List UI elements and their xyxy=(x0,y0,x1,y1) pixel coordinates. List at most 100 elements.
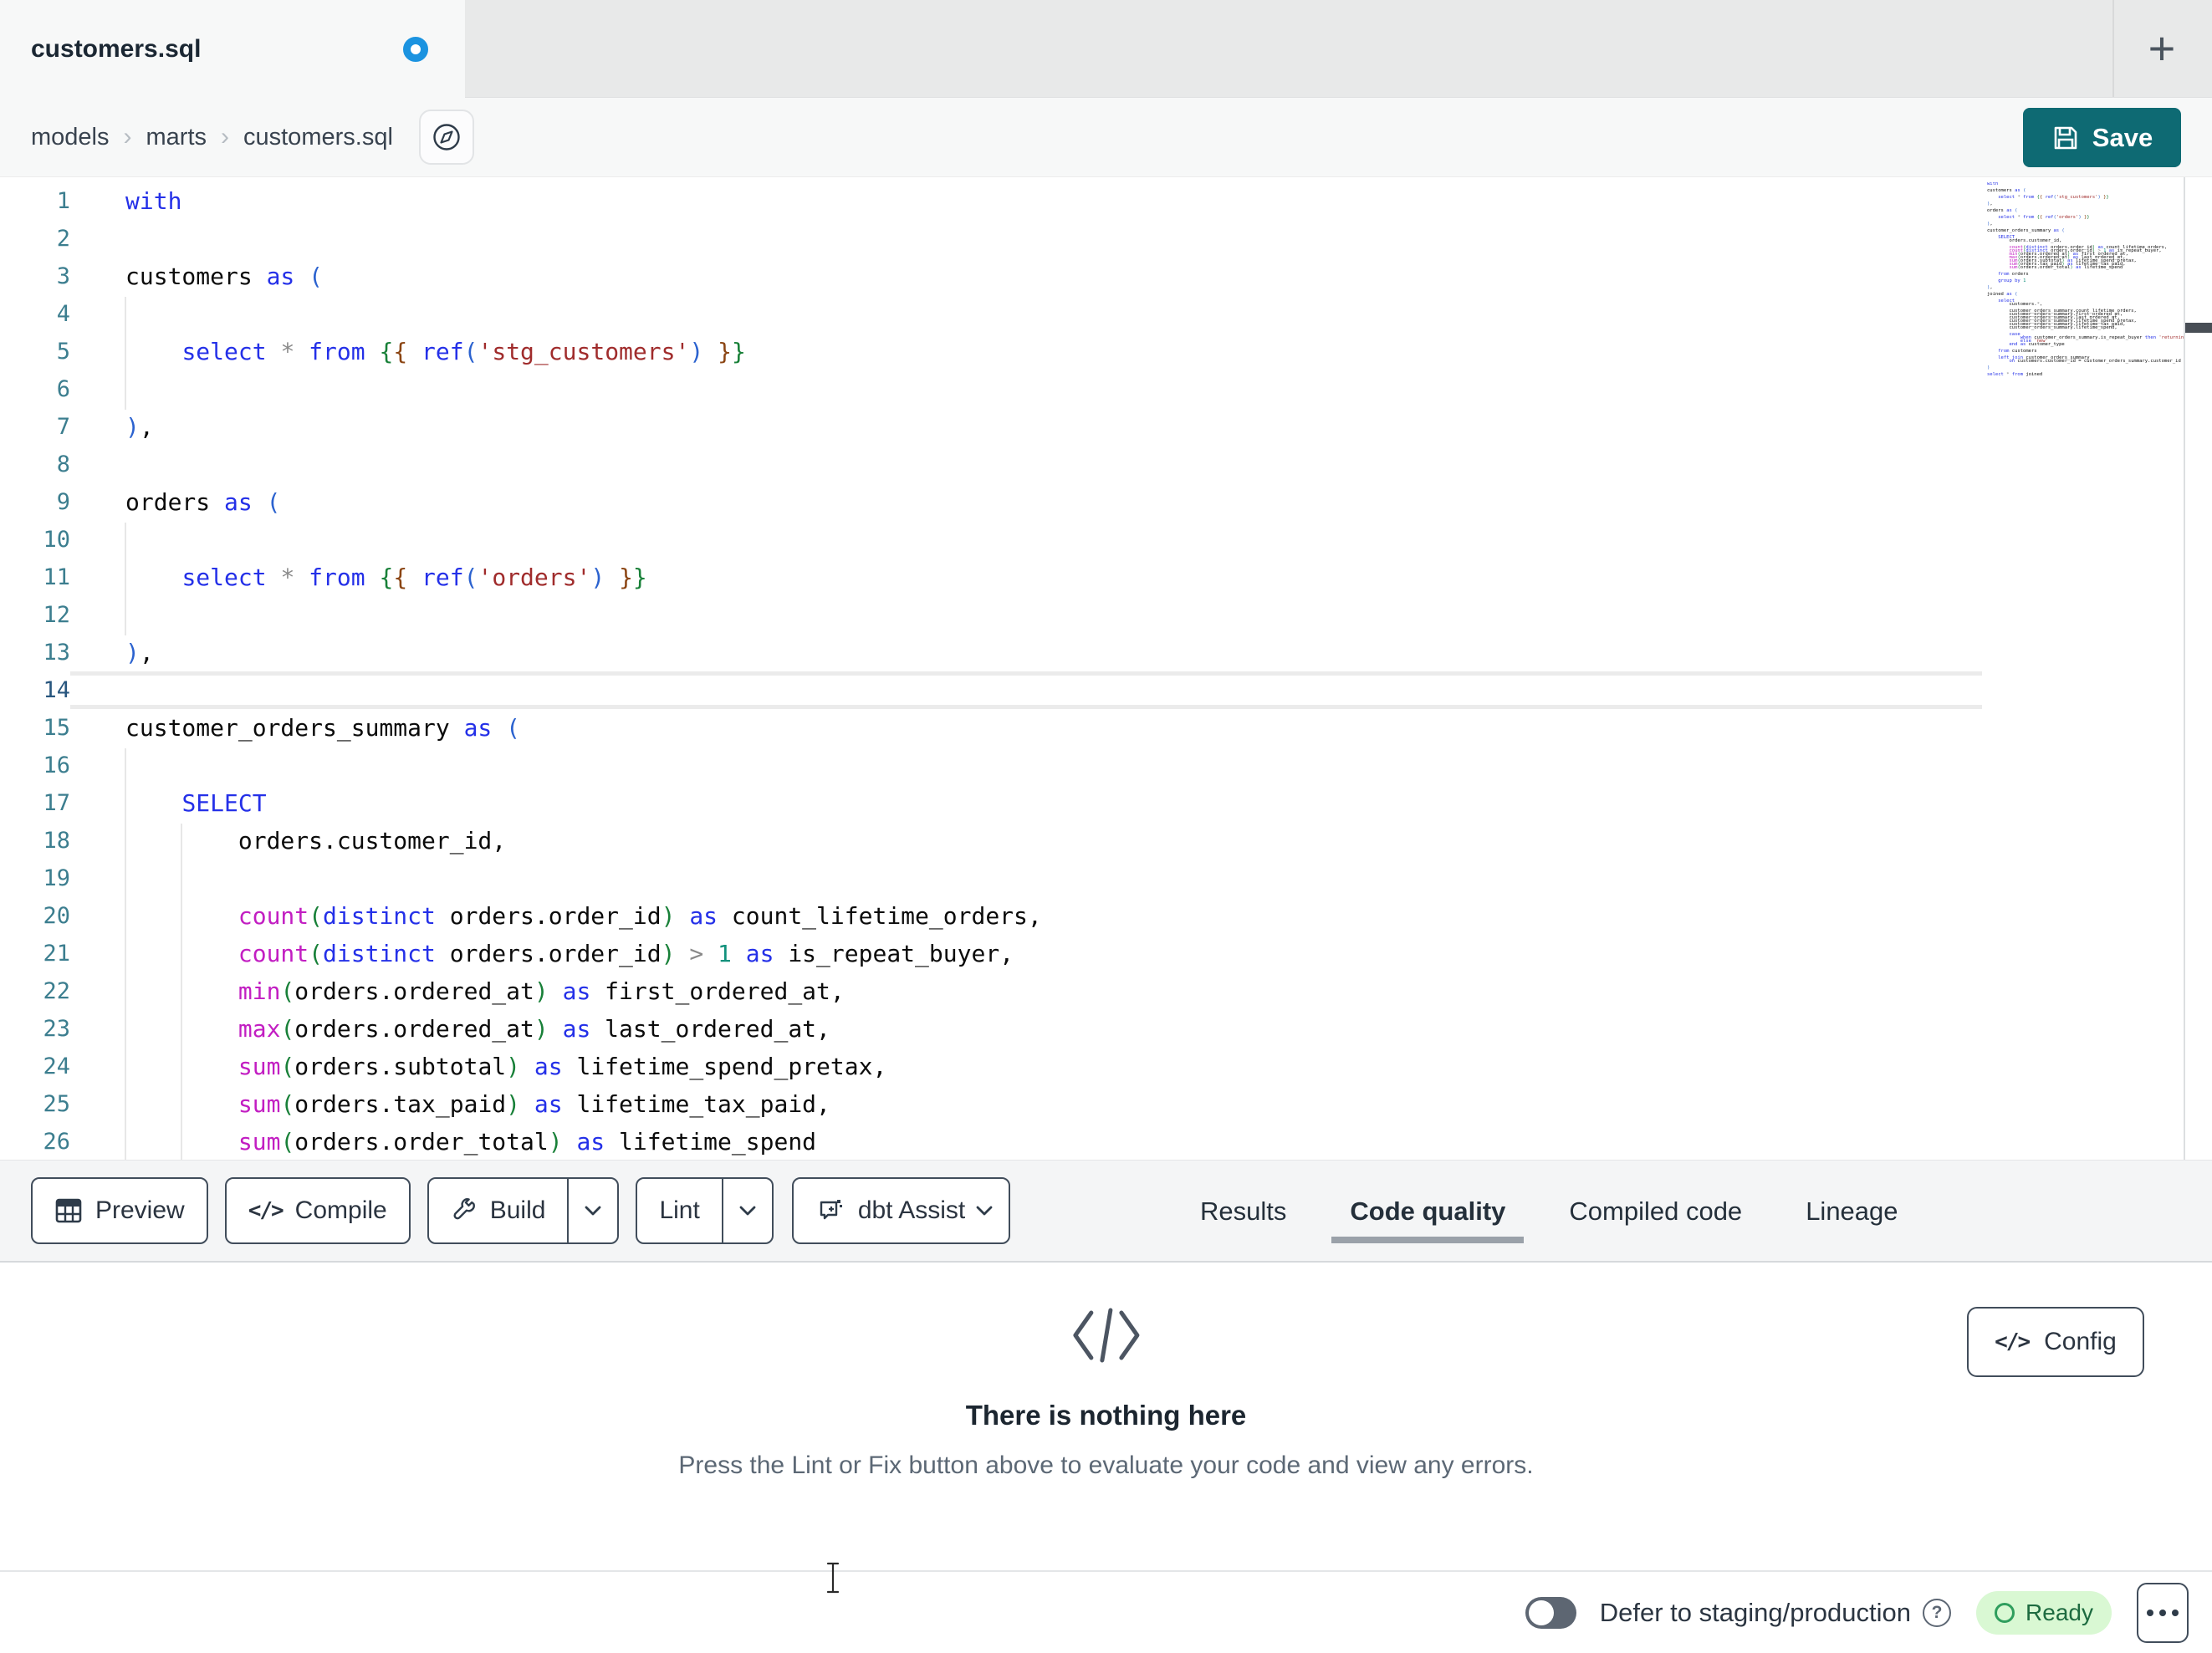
code-line-12[interactable]: 12 xyxy=(0,596,1982,634)
code-line-11[interactable]: 11 select * from {{ ref('orders') }} xyxy=(0,559,1982,596)
scrollbar-thumb[interactable] xyxy=(2185,323,2212,333)
code-brackets-icon: </> xyxy=(248,1198,284,1223)
empty-state-message: Press the Lint or Fix button above to ev… xyxy=(678,1451,1534,1479)
defer-toggle[interactable] xyxy=(1525,1596,1576,1629)
code-line-3[interactable]: 3 customers as ( xyxy=(0,258,1982,295)
config-button[interactable]: </> Config xyxy=(1967,1307,2144,1377)
indent-guide xyxy=(125,748,126,1162)
empty-state-title: There is nothing here xyxy=(965,1400,1247,1431)
code-line-16[interactable]: 16 xyxy=(0,747,1982,784)
dot-icon xyxy=(2159,1609,2166,1616)
indent-guide xyxy=(125,523,126,635)
code-editor[interactable]: 1 with 2 3 customers as (4 5 select * from {{… xyxy=(0,177,2212,1162)
line-number: 11 xyxy=(43,564,70,590)
assist-label: dbt Assist xyxy=(857,1196,966,1224)
tab-code-quality[interactable]: Code quality xyxy=(1325,1161,1530,1262)
breadcrumb-models[interactable]: models xyxy=(31,124,110,151)
line-number: 13 xyxy=(43,640,70,666)
breadcrumb-separator-icon: › xyxy=(123,123,132,151)
indent-guide xyxy=(125,297,126,410)
code-line-18[interactable]: 18 orders.customer_id, xyxy=(0,822,1982,860)
save-button[interactable]: Save xyxy=(2023,108,2181,167)
code-line-5[interactable]: 5 select * from {{ ref('stg_customers') … xyxy=(0,333,1982,370)
code-line-21[interactable]: 21 count(distinct orders.order_id) > 1 a… xyxy=(0,935,1982,972)
text-cursor-icon xyxy=(826,1562,840,1594)
minimap[interactable]: with customers as ( select * from {{ ref… xyxy=(1987,182,2184,567)
code-line-2[interactable]: 2 xyxy=(0,220,1982,258)
code-line-7[interactable]: 7), xyxy=(0,408,1982,446)
line-number: 6 xyxy=(56,376,70,402)
chevron-down-icon xyxy=(585,1206,601,1216)
new-tab-button[interactable]: + xyxy=(2134,20,2189,75)
status-badge: Ready xyxy=(1976,1590,2112,1635)
editor-toolbar: Preview </> Compile Build Lint dbt Assis… xyxy=(0,1160,2212,1263)
code-line-26[interactable]: 26 sum(orders.order_total) as lifetime_s… xyxy=(0,1123,1982,1161)
code-line-23[interactable]: 23 max(orders.ordered_at) as last_ordere… xyxy=(0,1010,1982,1048)
breadcrumb-marts[interactable]: marts xyxy=(146,124,207,151)
defer-label: Defer to staging/production xyxy=(1599,1597,1911,1627)
assist-chat-sparkle-icon xyxy=(820,1200,842,1220)
code-line-10[interactable]: 10 xyxy=(0,521,1982,559)
compile-label: Compile xyxy=(294,1196,387,1224)
tab-lineage[interactable]: Lineage xyxy=(1780,1161,1923,1262)
code-line-1[interactable]: 1 with xyxy=(0,182,1982,220)
code-line-20[interactable]: 20 count(distinct orders.order_id) as co… xyxy=(0,897,1982,935)
minimap-content: with customers as ( select * from {{ ref… xyxy=(1987,182,2184,377)
code-line-15[interactable]: 15 customer_orders_summary as ( xyxy=(0,709,1982,747)
lint-button[interactable]: Lint xyxy=(636,1177,774,1244)
line-number: 23 xyxy=(43,1016,70,1042)
chevron-down-icon xyxy=(976,1206,993,1216)
code-line-9[interactable]: 9 orders as ( xyxy=(0,483,1982,521)
save-floppy-icon xyxy=(2054,126,2077,149)
line-number: 3 xyxy=(56,263,70,289)
code-lines[interactable]: 1 with 2 3 customers as (4 5 select * from {{… xyxy=(0,182,1982,1161)
tab-customers-sql[interactable]: customers.sql xyxy=(0,0,465,98)
code-line-8[interactable]: 8 xyxy=(0,446,1982,483)
compile-button[interactable]: </> Compile xyxy=(224,1177,411,1244)
compass-icon xyxy=(433,124,460,151)
preview-button[interactable]: Preview xyxy=(31,1177,208,1244)
breadcrumb: models › marts › customers.sql xyxy=(31,98,474,176)
build-button[interactable]: Build xyxy=(427,1177,620,1244)
code-line-6[interactable]: 6 xyxy=(0,370,1982,408)
line-number: 2 xyxy=(56,226,70,252)
help-icon[interactable]: ? xyxy=(1923,1598,1951,1627)
code-line-22[interactable]: 22 min(orders.ordered_at) as first_order… xyxy=(0,972,1982,1010)
build-dropdown[interactable] xyxy=(567,1179,617,1242)
status-bar: Defer to staging/production ? Ready xyxy=(0,1570,2212,1653)
tab-title: customers.sql xyxy=(31,34,202,63)
code-line-24[interactable]: 24 sum(orders.subtotal) as lifetime_spen… xyxy=(0,1048,1982,1085)
line-number: 18 xyxy=(43,828,70,854)
dot-icon xyxy=(2172,1609,2179,1616)
code-line-4[interactable]: 4 xyxy=(0,295,1982,333)
tab-results[interactable]: Results xyxy=(1175,1161,1311,1262)
line-number: 12 xyxy=(43,602,70,628)
line-number: 14 xyxy=(43,677,70,703)
lint-dropdown[interactable] xyxy=(721,1179,772,1242)
code-line-25[interactable]: 25 sum(orders.tax_paid) as lifetime_tax_… xyxy=(0,1085,1982,1123)
assist-dropdown[interactable] xyxy=(972,1179,1009,1242)
code-line-14[interactable]: 14 xyxy=(0,671,1982,709)
wrench-icon xyxy=(453,1198,475,1220)
line-number: 24 xyxy=(43,1054,70,1079)
overflow-menu-button[interactable] xyxy=(2137,1582,2189,1643)
empty-state: There is nothing here Press the Lint or … xyxy=(678,1304,1534,1480)
line-number: 9 xyxy=(56,489,70,515)
tab-compiled-code[interactable]: Compiled code xyxy=(1544,1161,1767,1262)
code-line-19[interactable]: 19 xyxy=(0,860,1982,897)
ready-circle-icon xyxy=(1995,1602,2015,1623)
breadcrumb-file: customers.sql xyxy=(243,123,393,151)
line-number: 26 xyxy=(43,1129,70,1155)
line-number: 25 xyxy=(43,1091,70,1117)
code-line-13[interactable]: 13), xyxy=(0,634,1982,671)
dbt-assist-button[interactable]: dbt Assist xyxy=(791,1177,1011,1244)
config-label: Config xyxy=(2044,1328,2117,1355)
build-label: Build xyxy=(489,1196,546,1224)
explore-compass-button[interactable] xyxy=(418,110,474,165)
line-number: 10 xyxy=(43,527,70,553)
code-quality-panel: There is nothing here Press the Lint or … xyxy=(0,1263,2212,1570)
save-label: Save xyxy=(2092,122,2153,152)
line-number: 15 xyxy=(43,715,70,741)
code-line-17[interactable]: 17 SELECT xyxy=(0,784,1982,822)
toggle-knob xyxy=(1528,1599,1554,1625)
